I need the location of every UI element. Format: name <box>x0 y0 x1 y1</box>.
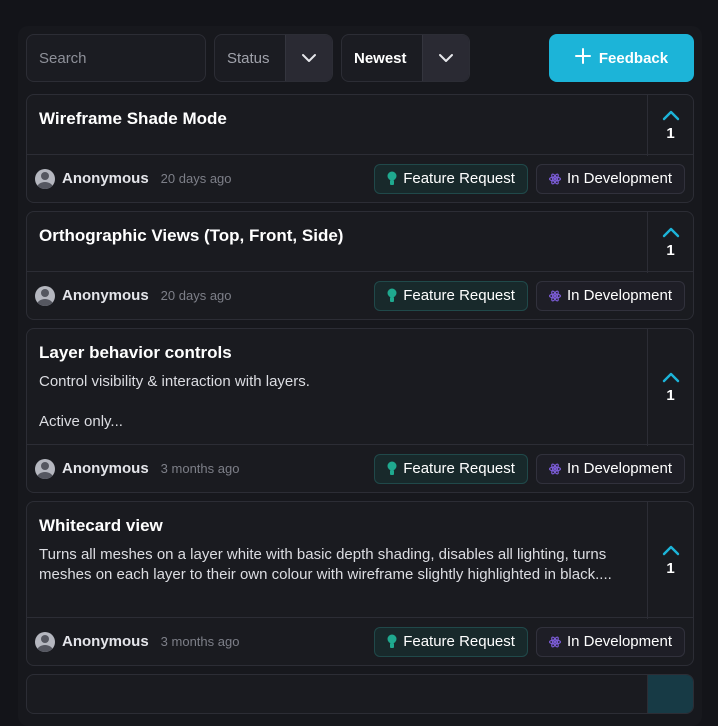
category-tag[interactable]: Feature Request <box>374 626 528 657</box>
post-title[interactable]: Orthographic Views (Top, Front, Side) <box>39 225 635 247</box>
chevron-up-icon <box>662 227 679 237</box>
vote-count: 1 <box>666 386 675 404</box>
vote-count: 1 <box>666 124 675 142</box>
status-filter-select[interactable]: Status <box>214 34 333 82</box>
status-tag[interactable]: In Development <box>535 453 685 484</box>
feedback-button-label: Feedback <box>598 49 669 67</box>
tag-list: Feature Request In Development <box>374 453 685 484</box>
user-avatar-icon <box>35 168 55 189</box>
tag-list: Feature Request In Development <box>374 163 685 194</box>
status-tag-label: In Development <box>566 170 672 187</box>
post-title[interactable]: Wireframe Shade Mode <box>39 108 635 130</box>
upvote-button[interactable]: 1 <box>647 329 693 446</box>
description-paragraph: Control visibility & interaction with la… <box>39 373 310 390</box>
atom-icon <box>548 463 561 474</box>
chevron-up-icon <box>662 372 679 382</box>
add-feedback-button[interactable]: Feedback <box>549 34 694 82</box>
author-name: Anonymous <box>62 460 149 477</box>
author-name: Anonymous <box>62 633 149 650</box>
card-body: Orthographic Views (Top, Front, Side) <box>27 212 647 247</box>
card-body: Wireframe Shade Mode <box>27 95 647 130</box>
status-tag[interactable]: In Development <box>535 626 685 657</box>
card-footer: Anonymous 3 months ago Feature Request I… <box>27 444 693 492</box>
tag-list: Feature Request In Development <box>374 280 685 311</box>
feedback-card[interactable]: Whitecard view Turns all meshes on a lay… <box>26 501 694 666</box>
upvote-button[interactable]: 1 <box>647 502 693 619</box>
card-body: Whitecard view Turns all meshes on a lay… <box>27 502 647 585</box>
post-title[interactable]: Layer behavior controls <box>39 342 635 364</box>
vote-count: 1 <box>666 559 675 577</box>
post-title[interactable]: Whitecard view <box>39 515 635 537</box>
atom-icon <box>548 636 561 647</box>
status-tag-label: In Development <box>566 633 672 650</box>
category-tag[interactable]: Feature Request <box>374 453 528 484</box>
status-filter-label: Status <box>227 49 270 67</box>
category-tag-label: Feature Request <box>403 170 515 187</box>
card-footer: Anonymous 20 days ago Feature Request In… <box>27 271 693 319</box>
chevron-down-icon[interactable] <box>285 35 332 81</box>
category-tag[interactable]: Feature Request <box>374 163 528 194</box>
plus-icon <box>574 48 591 68</box>
lightbulb-icon <box>387 634 397 648</box>
user-avatar-icon <box>35 631 55 652</box>
sort-label: Newest <box>354 49 407 67</box>
author-name: Anonymous <box>62 287 149 304</box>
status-tag[interactable]: In Development <box>535 280 685 311</box>
lightbulb-icon <box>387 171 397 185</box>
chevron-up-icon <box>662 110 679 120</box>
vote-count: 1 <box>666 241 675 259</box>
lightbulb-icon <box>387 288 397 302</box>
sort-select[interactable]: Newest <box>341 34 470 82</box>
feedback-card[interactable]: Layer behavior controls Control visibili… <box>26 328 694 493</box>
card-footer: Anonymous 20 days ago Feature Request In… <box>27 154 693 202</box>
category-tag-label: Feature Request <box>403 460 515 477</box>
chevron-down-icon[interactable] <box>422 35 469 81</box>
post-time: 20 days ago <box>160 288 232 303</box>
category-tag[interactable]: Feature Request <box>374 280 528 311</box>
post-time: 3 months ago <box>160 461 240 476</box>
lightbulb-icon <box>387 461 397 475</box>
category-tag-label: Feature Request <box>403 633 515 650</box>
atom-icon <box>548 290 561 301</box>
status-tag[interactable]: In Development <box>535 163 685 194</box>
description-paragraph: Active only... <box>39 413 123 430</box>
user-avatar-icon <box>35 285 55 306</box>
status-tag-label: In Development <box>566 460 672 477</box>
search-input[interactable] <box>26 34 206 82</box>
feedback-card[interactable]: Orthographic Views (Top, Front, Side) 1 … <box>26 211 694 320</box>
post-time: 20 days ago <box>160 171 232 186</box>
post-time: 3 months ago <box>160 634 240 649</box>
tag-list: Feature Request In Development <box>374 626 685 657</box>
upvote-button[interactable]: 1 <box>647 212 693 273</box>
user-avatar-icon <box>35 458 55 479</box>
feedback-card[interactable]: Wireframe Shade Mode 1 Anonymous 20 days… <box>26 94 694 203</box>
category-tag-label: Feature Request <box>403 287 515 304</box>
feedback-card[interactable] <box>26 674 694 714</box>
post-description: Control visibility & interaction with la… <box>39 372 635 432</box>
toolbar: Status Newest Feedback <box>26 34 694 82</box>
upvote-button[interactable]: 1 <box>647 95 693 156</box>
card-footer: Anonymous 3 months ago Feature Request I… <box>27 617 693 665</box>
post-description: Turns all meshes on a layer white with b… <box>39 545 635 585</box>
description-paragraph: Turns all meshes on a layer white with b… <box>39 546 612 583</box>
chevron-up-icon <box>662 545 679 555</box>
atom-icon <box>548 173 561 184</box>
status-tag-label: In Development <box>566 287 672 304</box>
author-name: Anonymous <box>62 170 149 187</box>
card-body: Layer behavior controls Control visibili… <box>27 329 647 432</box>
